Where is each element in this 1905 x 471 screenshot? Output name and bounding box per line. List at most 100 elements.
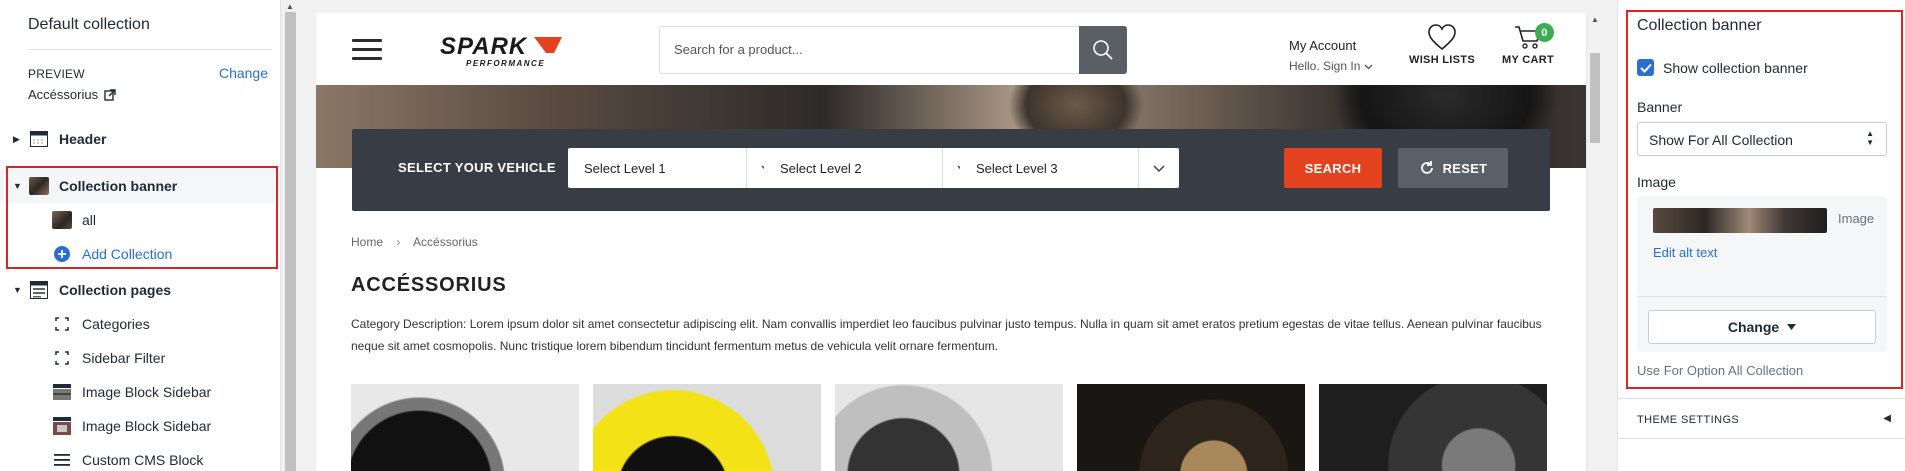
banner-select[interactable]: Show For All Collection ▲ ▼ xyxy=(1637,122,1887,156)
caret-down-icon: ▼ xyxy=(13,181,22,191)
level-1-value: Select Level 1 xyxy=(584,161,666,176)
product-image[interactable] xyxy=(1077,384,1305,471)
refresh-icon xyxy=(1420,161,1433,174)
block-categories[interactable]: Categories xyxy=(0,307,280,341)
change-image-button[interactable]: Change xyxy=(1648,310,1876,344)
banner-label: Banner xyxy=(1637,99,1683,115)
sidebar-scrollbar[interactable]: ▲ xyxy=(282,0,299,471)
preview-label: PREVIEW xyxy=(28,67,85,81)
theme-editor-sidebar: Default collection PREVIEW Change Accéss… xyxy=(0,0,281,471)
section-header[interactable]: ▶ Header xyxy=(0,122,280,156)
hamburger-menu-icon[interactable] xyxy=(352,39,382,66)
caret-left-icon[interactable]: ◀ xyxy=(1883,413,1891,424)
vehicle-selector: SELECT YOUR VEHICLE Select Level 1 Selec… xyxy=(352,129,1550,211)
banner-thumbnail xyxy=(29,177,49,195)
divider xyxy=(1618,398,1905,399)
wishlist-label: WISH LISTS xyxy=(1409,54,1475,66)
scrollbar-thumb[interactable] xyxy=(285,12,296,471)
cart-label: MY CART xyxy=(1501,54,1554,66)
store-preview: SPARK PERFORMANCE My Account Hello. Sign… xyxy=(316,13,1586,471)
chevron-down-icon xyxy=(1364,64,1373,70)
show-banner-label: Show collection banner xyxy=(1663,59,1808,76)
section-settings-panel: Collection banner Show collection banner… xyxy=(1617,0,1905,471)
add-collection-button[interactable]: Add Collection xyxy=(0,237,280,271)
block-label: Custom CMS Block xyxy=(82,452,204,468)
block-image-sidebar-1[interactable]: Image Block Sidebar xyxy=(0,375,280,409)
product-grid xyxy=(351,384,1551,471)
section-collection-banner-label: Collection banner xyxy=(59,178,178,194)
edit-alt-text-link[interactable]: Edit alt text xyxy=(1653,245,1717,260)
section-collection-pages-label: Collection pages xyxy=(59,282,172,298)
product-search xyxy=(659,26,1127,74)
vehicle-search-button[interactable]: SEARCH xyxy=(1284,148,1382,188)
block-all[interactable]: all xyxy=(0,203,280,237)
level-2-select[interactable]: Select Level 2 xyxy=(764,148,983,188)
account-menu[interactable]: My Account Hello. Sign In xyxy=(1289,38,1373,73)
change-image-label: Change xyxy=(1727,319,1780,335)
search-input[interactable] xyxy=(674,42,1054,57)
caret-right-icon: ▶ xyxy=(13,133,20,144)
image-label: Image xyxy=(1637,174,1676,190)
search-icon xyxy=(1093,40,1113,60)
wishlist-link[interactable]: WISH LISTS xyxy=(1407,23,1477,66)
cart-count-badge: 0 xyxy=(1535,23,1554,42)
scroll-up-icon[interactable]: ▲ xyxy=(286,2,294,11)
svg-text:SPARK: SPARK xyxy=(440,33,528,60)
block-custom-cms[interactable]: Custom CMS Block xyxy=(0,443,280,471)
section-collection-pages[interactable]: ▼ Collection pages xyxy=(0,273,280,307)
product-image[interactable] xyxy=(835,384,1063,471)
banner-select-value: Show For All Collection xyxy=(1649,132,1793,148)
block-thumbnail xyxy=(52,211,72,229)
change-preview-link[interactable]: Change xyxy=(219,65,268,81)
block-label: Image Block Sidebar xyxy=(82,418,212,434)
product-image[interactable] xyxy=(593,384,821,471)
search-button[interactable] xyxy=(1079,26,1127,74)
vehicle-selector-title: SELECT YOUR VEHICLE xyxy=(398,160,556,175)
collection-title: ACCÉSSORIUS xyxy=(351,274,507,296)
heart-icon xyxy=(1428,24,1456,51)
store-header: SPARK PERFORMANCE My Account Hello. Sign… xyxy=(316,13,1586,85)
template-title: Default collection xyxy=(28,16,150,33)
divider xyxy=(1618,438,1905,439)
image-picker: Image Edit alt text xyxy=(1637,196,1887,296)
svg-text:PERFORMANCE: PERFORMANCE xyxy=(466,59,545,68)
show-banner-checkbox[interactable]: Show collection banner xyxy=(1637,59,1808,76)
chevron-down-icon xyxy=(1153,165,1165,173)
section-collection-banner[interactable]: ▼ Collection banner xyxy=(0,169,280,203)
dashed-square-icon xyxy=(52,349,72,367)
preview-value[interactable]: Accéssorius xyxy=(28,87,116,102)
product-image[interactable] xyxy=(1319,384,1547,471)
image-thumbnail-label: Image xyxy=(1838,211,1875,226)
scroll-up-icon[interactable]: ▲ xyxy=(1591,15,1599,24)
block-label: Categories xyxy=(82,316,150,332)
dashed-square-icon xyxy=(52,315,72,333)
caret-down-icon xyxy=(1787,324,1797,330)
collection-description: Category Description: Lorem ipsum dolor … xyxy=(351,317,1542,353)
breadcrumb-home[interactable]: Home xyxy=(351,235,383,249)
reset-label: RESET xyxy=(1442,160,1488,176)
collection-pages-icon xyxy=(29,281,49,299)
level-1-select[interactable]: Select Level 1 xyxy=(568,148,787,188)
vehicle-reset-button[interactable]: RESET xyxy=(1398,148,1508,188)
scrollbar-thumb[interactable] xyxy=(1590,53,1600,143)
block-image-sidebar-2[interactable]: Image Block Sidebar xyxy=(0,409,280,443)
external-link-icon xyxy=(104,88,116,101)
preview-scrollbar[interactable]: ▲ xyxy=(1586,13,1602,471)
level-3-value: Select Level 3 xyxy=(976,161,1058,176)
store-logo[interactable]: SPARK PERFORMANCE xyxy=(436,33,596,69)
theme-settings-toggle[interactable]: THEME SETTINGS xyxy=(1637,414,1739,426)
block-label: Sidebar Filter xyxy=(82,350,166,366)
panel-title: Collection banner xyxy=(1637,17,1762,34)
level-3-select[interactable]: Select Level 3 xyxy=(960,148,1179,188)
caret-down-icon: ▼ xyxy=(13,285,22,295)
image-block-icon xyxy=(52,383,72,401)
product-image[interactable] xyxy=(351,384,579,471)
block-sidebar-filter[interactable]: Sidebar Filter xyxy=(0,341,280,375)
breadcrumb: Home › Accéssorius xyxy=(351,235,478,249)
image-thumbnail[interactable] xyxy=(1653,208,1827,233)
image-picker-actions: Change xyxy=(1637,296,1887,352)
header-section-icon xyxy=(29,130,49,148)
checkbox-checked-icon[interactable] xyxy=(1637,59,1654,76)
cart-link[interactable]: 0 MY CART xyxy=(1498,23,1558,66)
text-lines-icon xyxy=(52,451,72,469)
